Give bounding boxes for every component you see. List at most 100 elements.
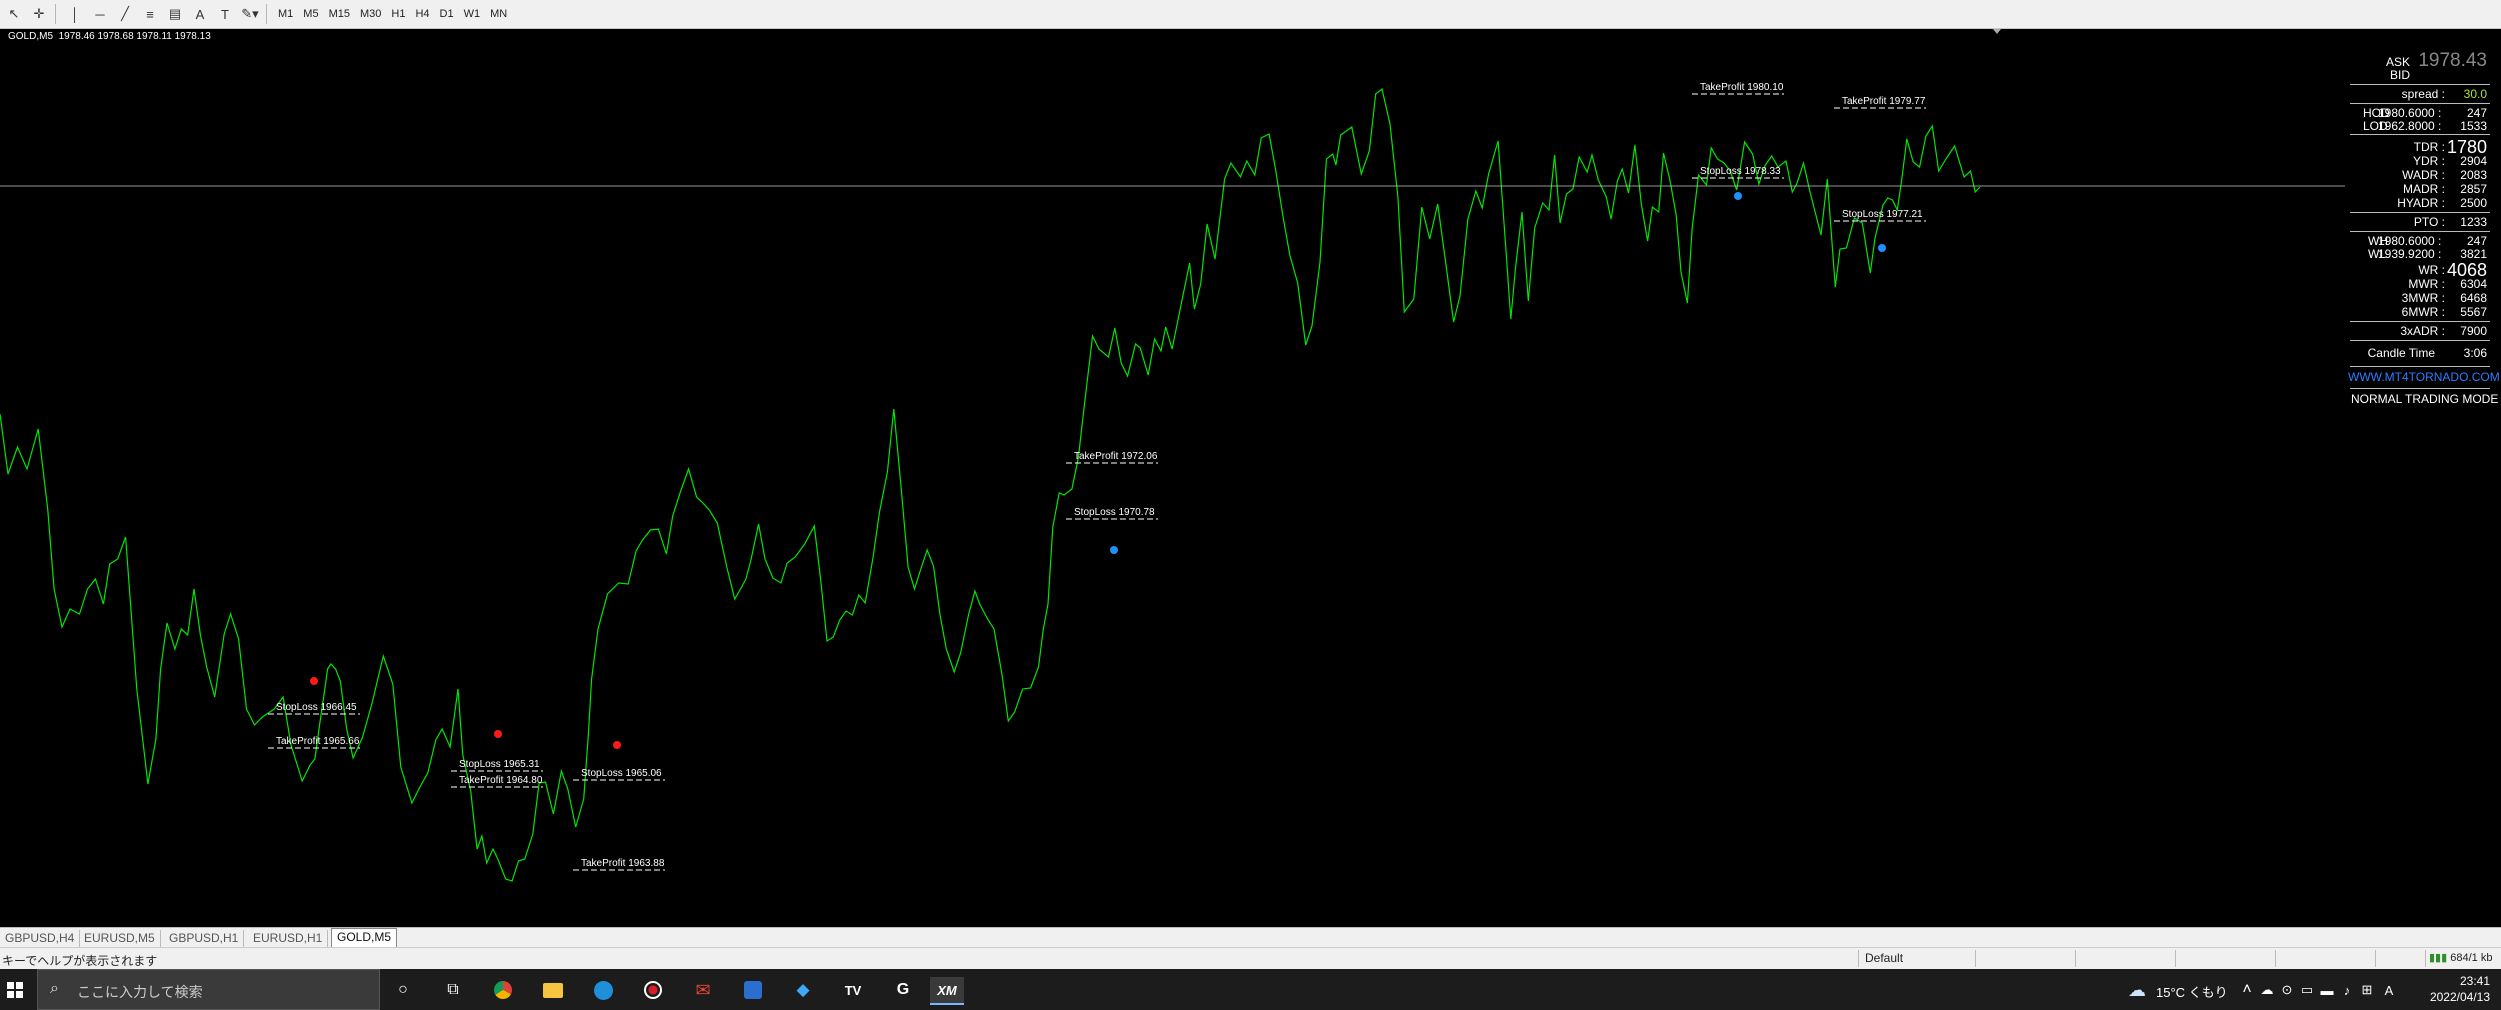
clock[interactable]: 23:41 2022/04/13 (2420, 973, 2490, 1005)
mwr-row: MWR : 6304 (2340, 277, 2490, 291)
adr3-label: 3xADR : (2400, 324, 2445, 338)
traffic-value: 684/1 kb (2450, 952, 2493, 964)
timeframe-h1-button[interactable]: H1 (387, 3, 409, 25)
wadr-label: WADR : (2402, 168, 2445, 182)
text-icon[interactable]: A (189, 3, 211, 25)
help-hint: キーでヘルプが表示されます (2, 954, 158, 968)
mwr6-row: 6MWR : 5567 (2340, 305, 2490, 319)
sell-entry-marker (310, 677, 318, 685)
divider (2350, 340, 2490, 341)
crosshair-icon[interactable]: ✛ (28, 3, 50, 25)
take-profit-label: TakeProfit 1980.10 (1700, 82, 1784, 93)
stop-loss-label: StopLoss 1965.06 (581, 768, 662, 779)
buy-entry-marker (1110, 546, 1118, 554)
shapes-dropdown-icon[interactable]: ✎▾ (239, 3, 261, 25)
timeframe-group: M1 M5 M15 M30 H1 H4 D1 W1 MN (272, 3, 511, 25)
meet-now-icon[interactable]: ⊙ (2278, 977, 2296, 1003)
mail-icon[interactable]: ✉ (690, 977, 716, 1003)
fibonacci-icon[interactable]: ▤ (164, 3, 186, 25)
record-app-icon[interactable] (640, 977, 666, 1003)
cursor-icon[interactable]: ↖ (3, 3, 25, 25)
lod-price: 1962.8000 : (2378, 119, 2442, 133)
xm-mt4-icon[interactable]: XM (930, 977, 964, 1005)
madr-label: MADR : (2403, 182, 2445, 196)
stop-loss-label: StopLoss 1978.33 (1700, 166, 1781, 177)
buy-entry-marker (1734, 192, 1742, 200)
timeframe-m5-button[interactable]: M5 (299, 3, 322, 25)
network-icon[interactable]: ⊞ (2358, 977, 2376, 1003)
status-cell (2175, 950, 2274, 967)
divider (2350, 134, 2490, 135)
edge-icon[interactable] (590, 977, 616, 1003)
windows-start-icon[interactable] (2, 977, 28, 1003)
trendline-icon[interactable]: ╱ (114, 3, 136, 25)
tab-gold-m5[interactable]: GOLD,M5 (331, 928, 398, 948)
wh-value: 247 (2466, 234, 2487, 248)
text-label-icon[interactable]: T (214, 3, 236, 25)
lod-value: 1533 (2460, 119, 2487, 133)
trading-app-icon[interactable]: ◆ (790, 977, 816, 1003)
hod-value: 247 (2466, 106, 2487, 120)
tab-gbpusd-h1[interactable]: GBPUSD,H1 (164, 930, 245, 947)
divider (2350, 366, 2490, 367)
taskbar-search-box[interactable]: ⌕ ここに入力して検索 (37, 969, 380, 1010)
wl-price: 1939.9200 : (2378, 247, 2442, 261)
chart-shift-marker (1993, 29, 2001, 34)
file-explorer-icon[interactable] (540, 977, 566, 1003)
spread-label: spread : (2401, 87, 2445, 101)
spread-value: 30.0 (2463, 87, 2487, 101)
display-icon[interactable]: ▭ (2298, 977, 2316, 1003)
lod-row: LOD 1962.8000 : 1533 (2340, 119, 2490, 133)
ime-label: A (2384, 982, 2394, 998)
weather-icon[interactable]: ☁ (2124, 977, 2150, 1003)
price-chart[interactable]: TakeProfit 1980.10 StopLoss 1978.33 TakePr… (0, 29, 2501, 905)
take-profit-label: TakeProfit 1963.88 (581, 858, 665, 869)
hod-price: 1980.6000 : (2378, 106, 2442, 120)
mwr-label: MWR : (2408, 277, 2445, 291)
chart-canvas: TakeProfit 1980.10 StopLoss 1978.33 TakePr… (0, 29, 2345, 882)
timeframe-h4-button[interactable]: H4 (411, 3, 433, 25)
cortana-icon[interactable]: ○ (390, 977, 416, 1003)
wadr-value: 2083 (2460, 168, 2487, 182)
ydr-label: YDR : (2412, 154, 2445, 168)
timeframe-m1-button[interactable]: M1 (274, 3, 297, 25)
task-view-icon[interactable]: ⧉ (440, 977, 466, 1003)
status-cell (1975, 950, 2074, 967)
timeframe-d1-button[interactable]: D1 (436, 3, 458, 25)
onedrive-icon[interactable]: ☁ (2258, 977, 2276, 1003)
mwr3-value: 6468 (2460, 291, 2487, 305)
chevron-up-icon[interactable]: ˄ (2238, 977, 2256, 1003)
pto-row: PTO : 1233 (2340, 215, 2490, 229)
vertical-line-icon[interactable]: │ (64, 3, 86, 25)
timeframe-m30-button[interactable]: M30 (356, 3, 385, 25)
hyadr-value: 2500 (2460, 196, 2487, 210)
tab-eurusd-h1[interactable]: EURUSD,H1 (248, 930, 329, 947)
adr3-row: 3xADR : 7900 (2340, 324, 2490, 338)
status-bar: キーでヘルプが表示されます Default ▮▮▮ 684/1 kb (0, 947, 2501, 969)
candle-time-row: Candle Time 3:06 (2340, 346, 2490, 360)
tab-eurusd-m5[interactable]: EURUSD,M5 (79, 930, 161, 947)
timeframe-m15-button[interactable]: M15 (325, 3, 354, 25)
volume-icon[interactable]: ♪ (2338, 977, 2356, 1003)
timeframe-w1-button[interactable]: W1 (460, 3, 485, 25)
profile-field: Default (1858, 950, 1980, 967)
tdr-label: TDR : (2413, 140, 2445, 154)
adr3-value: 7900 (2460, 324, 2487, 338)
mwr3-row: 3MWR : 6468 (2340, 291, 2490, 305)
timeframe-mn-button[interactable]: MN (486, 3, 511, 25)
battery-icon[interactable]: ▬ (2318, 977, 2336, 1003)
ime-mode-icon[interactable]: A (2380, 977, 2398, 1003)
horizontal-line-icon[interactable]: ─ (89, 3, 111, 25)
calendar-app-icon[interactable] (740, 977, 766, 1003)
toolbar-divider (266, 4, 267, 24)
trading-mode: NORMAL TRADING MODE (2351, 392, 2499, 406)
hod-row: HOD 1980.6000 : 247 (2340, 106, 2490, 120)
tradingview-icon[interactable]: TV (840, 977, 866, 1003)
chrome-icon[interactable] (490, 977, 516, 1003)
tab-gbpusd-h4[interactable]: GBPUSD,H4 (0, 930, 81, 947)
website-link[interactable]: WWW.MT4TORNADO.COM (2348, 370, 2500, 384)
g-app-icon[interactable]: G (890, 977, 916, 1003)
profile-name: Default (1865, 951, 1904, 965)
hyadr-label: HYADR : (2397, 196, 2445, 210)
channel-icon[interactable]: ≡ (139, 3, 161, 25)
